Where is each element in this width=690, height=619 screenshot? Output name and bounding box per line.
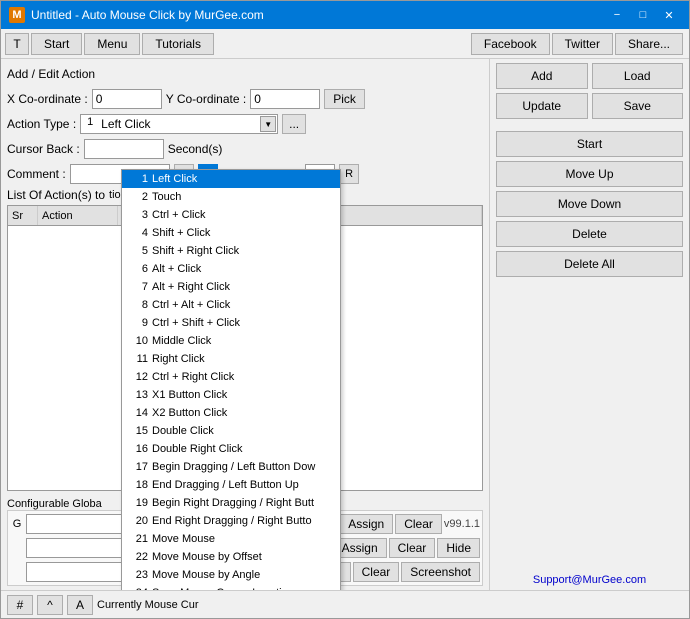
dropdown-item-24[interactable]: 24Save Mouse Cursor Location: [122, 584, 340, 590]
t-button[interactable]: T: [5, 33, 29, 55]
version-text: v99.1.1: [444, 518, 480, 530]
dropdown-item-19[interactable]: 19Begin Right Dragging / Right Butt: [122, 494, 340, 512]
action-type-container: 1 ▼: [80, 114, 278, 134]
y-coord-input[interactable]: [250, 89, 320, 109]
dropdown-item-10[interactable]: 10Middle Click: [122, 332, 340, 350]
dropdown-item-22[interactable]: 22Move Mouse by Offset: [122, 548, 340, 566]
facebook-button[interactable]: Facebook: [471, 33, 550, 55]
maximize-button[interactable]: □: [631, 5, 655, 25]
dropdown-item-20[interactable]: 20End Right Dragging / Right Butto: [122, 512, 340, 530]
dropdown-item-15[interactable]: 15Double Click: [122, 422, 340, 440]
window-controls: − □ ✕: [605, 5, 681, 25]
delay-seconds-label: Second(s): [168, 142, 223, 156]
dropdown-item-14[interactable]: 14X2 Button Click: [122, 404, 340, 422]
toolbar: T Start Menu Tutorials Facebook Twitter …: [1, 29, 689, 59]
window-title: Untitled - Auto Mouse Click by MurGee.co…: [31, 8, 605, 22]
screenshot-button[interactable]: Screenshot: [401, 562, 480, 582]
start-button[interactable]: Start: [31, 33, 82, 55]
close-button[interactable]: ✕: [657, 5, 681, 25]
r-button[interactable]: R: [339, 164, 359, 184]
bottom-bar: # ^ A Currently Mouse Cur: [1, 590, 689, 618]
coordinate-row: X Co-ordinate : Y Co-ordinate : Pick: [7, 88, 483, 110]
col-header-action: Action: [38, 206, 118, 225]
save-button[interactable]: Save: [592, 93, 684, 119]
add-button[interactable]: Add: [496, 63, 588, 89]
mouse-cursor-label: Currently Mouse Cur: [97, 599, 198, 611]
g-label: G: [10, 518, 24, 530]
add-edit-label: Add / Edit Action: [7, 67, 95, 81]
app-icon: M: [9, 7, 25, 23]
dropdown-item-6[interactable]: 6Alt + Click: [122, 260, 340, 278]
clear-button-2[interactable]: Clear: [389, 538, 436, 558]
clear-button-3[interactable]: Clear: [353, 562, 400, 582]
action-type-input[interactable]: [80, 114, 278, 134]
action-type-dropdown: 1Left Click2Touch3Ctrl + Click4Shift + C…: [121, 169, 341, 590]
list-label: List Of Action(s) to: [7, 188, 105, 202]
move-down-button[interactable]: Move Down: [496, 191, 683, 217]
dropdown-item-2[interactable]: 2Touch: [122, 188, 340, 206]
right-panel: Add Load Update Save Start Move Up Move …: [489, 59, 689, 590]
config-global-label: Configurable Globa: [7, 498, 102, 510]
dots-button[interactable]: ...: [282, 114, 306, 134]
dropdown-list-inner[interactable]: 1Left Click2Touch3Ctrl + Click4Shift + C…: [122, 170, 340, 590]
dropdown-item-8[interactable]: 8Ctrl + Alt + Click: [122, 296, 340, 314]
action-type-row: Action Type : 1 ▼ ...: [7, 113, 483, 135]
start-script-button[interactable]: Start: [496, 131, 683, 157]
dropdown-item-11[interactable]: 11Right Click: [122, 350, 340, 368]
delete-button[interactable]: Delete: [496, 221, 683, 247]
dropdown-item-18[interactable]: 18End Dragging / Left Button Up: [122, 476, 340, 494]
twitter-button[interactable]: Twitter: [552, 33, 613, 55]
title-bar: M Untitled - Auto Mouse Click by MurGee.…: [1, 1, 689, 29]
dropdown-item-23[interactable]: 23Move Mouse by Angle: [122, 566, 340, 584]
minimize-button[interactable]: −: [605, 5, 629, 25]
cursor-back-input[interactable]: [84, 139, 164, 159]
load-button[interactable]: Load: [592, 63, 684, 89]
update-button[interactable]: Update: [496, 93, 588, 119]
col-header-sr: Sr: [8, 206, 38, 225]
dropdown-item-12[interactable]: 12Ctrl + Right Click: [122, 368, 340, 386]
clear-button-1[interactable]: Clear: [395, 514, 442, 534]
dropdown-item-7[interactable]: 7Alt + Right Click: [122, 278, 340, 296]
dropdown-item-3[interactable]: 3Ctrl + Click: [122, 206, 340, 224]
dropdown-item-5[interactable]: 5Shift + Right Click: [122, 242, 340, 260]
x-coord-input[interactable]: [92, 89, 162, 109]
main-content: Add / Edit Action X Co-ordinate : Y Co-o…: [1, 59, 689, 590]
dropdown-item-21[interactable]: 21Move Mouse: [122, 530, 340, 548]
hide-button[interactable]: Hide: [437, 538, 480, 558]
dropdown-item-16[interactable]: 16Double Right Click: [122, 440, 340, 458]
comment-label: Comment :: [7, 167, 66, 181]
caret-button[interactable]: ^: [37, 595, 63, 615]
left-panel: Add / Edit Action X Co-ordinate : Y Co-o…: [1, 59, 489, 590]
dropdown-item-1[interactable]: 1Left Click: [122, 170, 340, 188]
main-window: M Untitled - Auto Mouse Click by MurGee.…: [0, 0, 690, 619]
add-load-row: Add Load: [496, 63, 683, 89]
tutorials-button[interactable]: Tutorials: [142, 33, 214, 55]
menu-button[interactable]: Menu: [84, 33, 140, 55]
dropdown-item-13[interactable]: 13X1 Button Click: [122, 386, 340, 404]
a-button[interactable]: A: [67, 595, 93, 615]
x-coord-label: X Co-ordinate :: [7, 92, 88, 106]
add-edit-label-row: Add / Edit Action: [7, 63, 483, 85]
y-coord-label: Y Co-ordinate :: [166, 92, 247, 106]
action-type-num: 1: [82, 116, 98, 128]
hash-button[interactable]: #: [7, 595, 33, 615]
support-email: Support@MurGee.com: [496, 574, 683, 586]
dropdown-item-17[interactable]: 17Begin Dragging / Left Button Dow: [122, 458, 340, 476]
update-save-row: Update Save: [496, 93, 683, 119]
action-type-label: Action Type :: [7, 117, 76, 131]
assign-button-1[interactable]: Assign: [339, 514, 393, 534]
share-button[interactable]: Share...: [615, 33, 683, 55]
cursor-back-label: Cursor Back :: [7, 142, 80, 156]
cursor-back-row: Cursor Back : Second(s): [7, 138, 483, 160]
dropdown-item-4[interactable]: 4Shift + Click: [122, 224, 340, 242]
dropdown-item-9[interactable]: 9Ctrl + Shift + Click: [122, 314, 340, 332]
pick-button[interactable]: Pick: [324, 89, 365, 109]
delete-all-button[interactable]: Delete All: [496, 251, 683, 277]
move-up-button[interactable]: Move Up: [496, 161, 683, 187]
